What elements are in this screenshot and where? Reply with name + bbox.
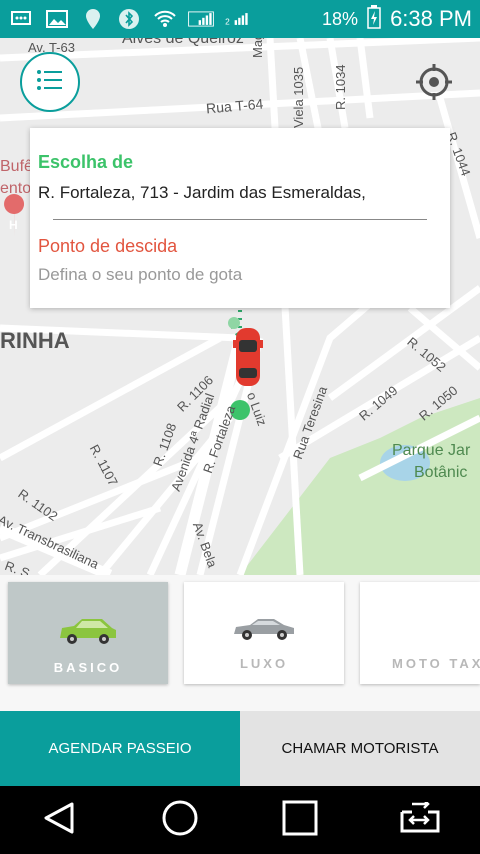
image-icon <box>44 8 70 30</box>
motorcycle-icon <box>395 627 447 641</box>
map-label: Alves de Queiroz <box>122 38 244 47</box>
pickup-address[interactable]: R. Fortaleza, 713 - Jardim das Esmeralda… <box>38 183 442 203</box>
list-icon <box>36 68 64 97</box>
crosshair-icon <box>414 64 454 106</box>
locate-button[interactable] <box>414 62 454 102</box>
vehicle-basico[interactable]: BASICO <box>8 582 168 684</box>
system-nav-bar <box>0 786 480 854</box>
card-divider <box>53 219 427 220</box>
home-button[interactable] <box>150 790 210 850</box>
vehicle-moto-taxi[interactable]: MOTO TAX <box>360 582 480 684</box>
map-label: RINHA <box>0 328 70 353</box>
signal-1-icon <box>188 8 214 30</box>
dropoff-input[interactable]: Defina o seu ponto de gota <box>38 265 442 285</box>
clock: 6:38 PM <box>390 6 472 31</box>
home-circle-icon <box>161 799 199 842</box>
switch-app-icon <box>398 798 442 839</box>
map-label: Botânic <box>414 464 468 481</box>
status-bar: 2 18% 6:38 PM <box>0 0 480 38</box>
recents-square-icon <box>282 800 318 841</box>
map-label: Magalhães <box>250 38 265 58</box>
call-driver-button[interactable]: CHAMAR MOTORISTA <box>240 711 480 786</box>
battery-icon <box>366 4 382 34</box>
green-car-icon <box>60 619 116 644</box>
vehicle-luxo[interactable]: LUXO <box>184 582 344 684</box>
bluetooth-icon <box>116 8 142 30</box>
schedule-ride-button[interactable]: AGENDAR PASSEIO <box>0 711 240 786</box>
back-triangle-icon <box>42 800 78 841</box>
map-label: Bufê <box>0 158 33 175</box>
map-label: R. 1034 <box>333 64 348 110</box>
vehicle-label: LUXO <box>239 656 289 671</box>
vehicle-label: MOTO TAX <box>392 656 480 671</box>
back-button[interactable] <box>30 790 90 850</box>
svg-text:H: H <box>9 218 18 232</box>
pickup-title: Escolha de <box>38 152 134 172</box>
map-label: Parque Jar <box>392 442 471 459</box>
signal-2-icon: 2 <box>224 8 250 30</box>
dropoff-title: Ponto de descida <box>38 236 178 256</box>
sedan-car-icon <box>234 619 294 640</box>
vehicle-label: BASICO <box>53 660 123 675</box>
svg-text:2: 2 <box>225 17 230 26</box>
message-icon <box>8 8 34 30</box>
menu-button[interactable] <box>20 52 80 112</box>
map-label: ento <box>0 180 32 197</box>
battery-percent: 18% <box>322 8 359 29</box>
location-icon <box>80 8 106 30</box>
vehicle-selector: BASICO LUXO MOTO TAX <box>0 575 480 711</box>
car-marker <box>233 328 263 386</box>
recents-button[interactable] <box>270 790 330 850</box>
action-bar: AGENDAR PASSEIO CHAMAR MOTORISTA <box>0 711 480 786</box>
trip-card: Escolha de R. Fortaleza, 713 - Jardim da… <box>30 128 450 308</box>
switch-app-button[interactable] <box>390 790 450 850</box>
wifi-icon <box>152 8 178 30</box>
map-label: Viela 1035 <box>291 66 306 128</box>
